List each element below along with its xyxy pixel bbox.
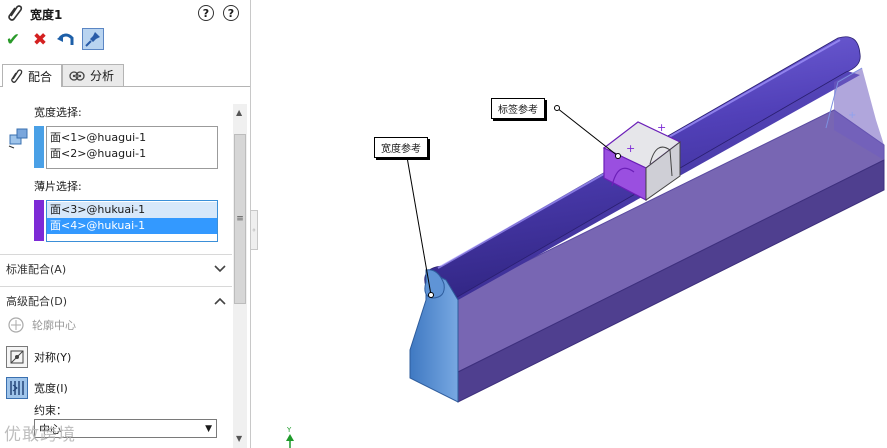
profile-center-icon bbox=[6, 316, 26, 334]
chevron-down-icon bbox=[214, 264, 226, 272]
property-manager: 宽度1 ? ? ✔ ✖ 配合 分析 宽度选择: 面<1>@huagui-1 面<… bbox=[0, 0, 251, 448]
width-option[interactable]: 宽度(I) bbox=[6, 377, 68, 399]
width-mate-icon bbox=[6, 377, 28, 399]
svg-text:+: + bbox=[657, 121, 666, 134]
width-ref-anchor bbox=[428, 292, 434, 298]
tab-ref-anchor bbox=[615, 153, 621, 159]
list-item[interactable]: 面<1>@huagui-1 bbox=[47, 130, 217, 146]
paperclip-icon bbox=[6, 4, 24, 22]
pin-icon bbox=[85, 32, 100, 47]
coordinate-triad-icon: Y bbox=[286, 426, 294, 448]
whats-new-help-icon[interactable]: ? bbox=[198, 5, 214, 21]
advanced-mates-group[interactable]: 高级配合(D) bbox=[0, 286, 232, 314]
width-selection-color-swatch bbox=[34, 126, 44, 168]
symmetric-label: 对称(Y) bbox=[34, 351, 72, 364]
origin-marker: + bbox=[848, 110, 856, 121]
close-icon: ✖ bbox=[32, 30, 48, 50]
keep-visible-pin-button[interactable] bbox=[82, 28, 104, 50]
symmetric-option[interactable]: 对称(Y) bbox=[6, 346, 71, 368]
feature-title: 宽度1 bbox=[30, 8, 63, 22]
paperclip-icon bbox=[11, 69, 23, 83]
watermark-logo: 优敢跨境 bbox=[4, 425, 76, 445]
width-reference-callout[interactable]: 宽度参考 bbox=[374, 137, 428, 158]
width-ref-leader bbox=[406, 156, 432, 296]
profile-center-option[interactable]: 轮廓中心 bbox=[6, 316, 76, 334]
advanced-mates-label: 高级配合(D) bbox=[6, 294, 68, 308]
tab-strip: 配合 分析 bbox=[0, 64, 250, 87]
standard-mates-label: 标准配合(A) bbox=[6, 262, 67, 276]
width-selection-icon bbox=[8, 126, 30, 150]
tab-analysis-label: 分析 bbox=[90, 69, 115, 83]
analysis-icon bbox=[69, 70, 85, 81]
graphics-viewport[interactable]: + + + Y bbox=[258, 0, 887, 448]
width-selection-label: 宽度选择: bbox=[34, 106, 82, 119]
undo-button[interactable] bbox=[56, 30, 76, 50]
tab-mates[interactable]: 配合 bbox=[2, 64, 62, 87]
scroll-down-icon[interactable]: ▼ bbox=[236, 434, 242, 443]
tab-selection-label: 薄片选择: bbox=[34, 180, 82, 193]
dropdown-arrow-icon: ▼ bbox=[205, 423, 212, 434]
width-option-label: 宽度(I) bbox=[34, 382, 68, 395]
undo-icon bbox=[57, 33, 74, 45]
ok-button[interactable]: ✔ bbox=[3, 30, 23, 50]
svg-text:Y: Y bbox=[286, 426, 292, 434]
cancel-button[interactable]: ✖ bbox=[30, 30, 50, 50]
chevron-up-icon bbox=[214, 297, 226, 305]
constraint-label: 约束： bbox=[34, 404, 67, 417]
tab-selection-color-swatch bbox=[34, 200, 44, 241]
list-item[interactable]: 面<2>@huagui-1 bbox=[47, 146, 217, 162]
check-icon: ✔ bbox=[5, 30, 21, 50]
tab-analysis[interactable]: 分析 bbox=[62, 64, 124, 86]
list-item-selected[interactable]: 面<4>@hukuai-1 bbox=[47, 218, 217, 234]
standard-mates-group[interactable]: 标准配合(A) bbox=[0, 254, 232, 282]
list-item[interactable]: 面<3>@hukuai-1 bbox=[47, 202, 217, 218]
symmetric-icon bbox=[6, 346, 28, 368]
tab-mates-label: 配合 bbox=[28, 69, 53, 84]
width-selection-list[interactable]: 面<1>@huagui-1 面<2>@huagui-1 bbox=[46, 126, 218, 169]
scrollbar[interactable]: ▲ ≡ ▼ bbox=[233, 104, 247, 448]
help-icon[interactable]: ? bbox=[223, 5, 239, 21]
svg-text:+: + bbox=[626, 142, 635, 155]
tab-ref-leader bbox=[556, 107, 619, 157]
tab-reference-callout[interactable]: 标签参考 bbox=[491, 98, 545, 119]
scroll-up-icon[interactable]: ▲ bbox=[236, 108, 242, 117]
tab-selection-list[interactable]: 面<3>@hukuai-1 面<4>@hukuai-1 bbox=[46, 200, 218, 242]
tab-ref-leader-dot bbox=[554, 105, 560, 111]
scroll-thumb[interactable]: ≡ bbox=[234, 134, 246, 304]
profile-center-label: 轮廓中心 bbox=[32, 319, 76, 332]
panel-splitter-handle[interactable]: ◦ bbox=[250, 210, 258, 250]
